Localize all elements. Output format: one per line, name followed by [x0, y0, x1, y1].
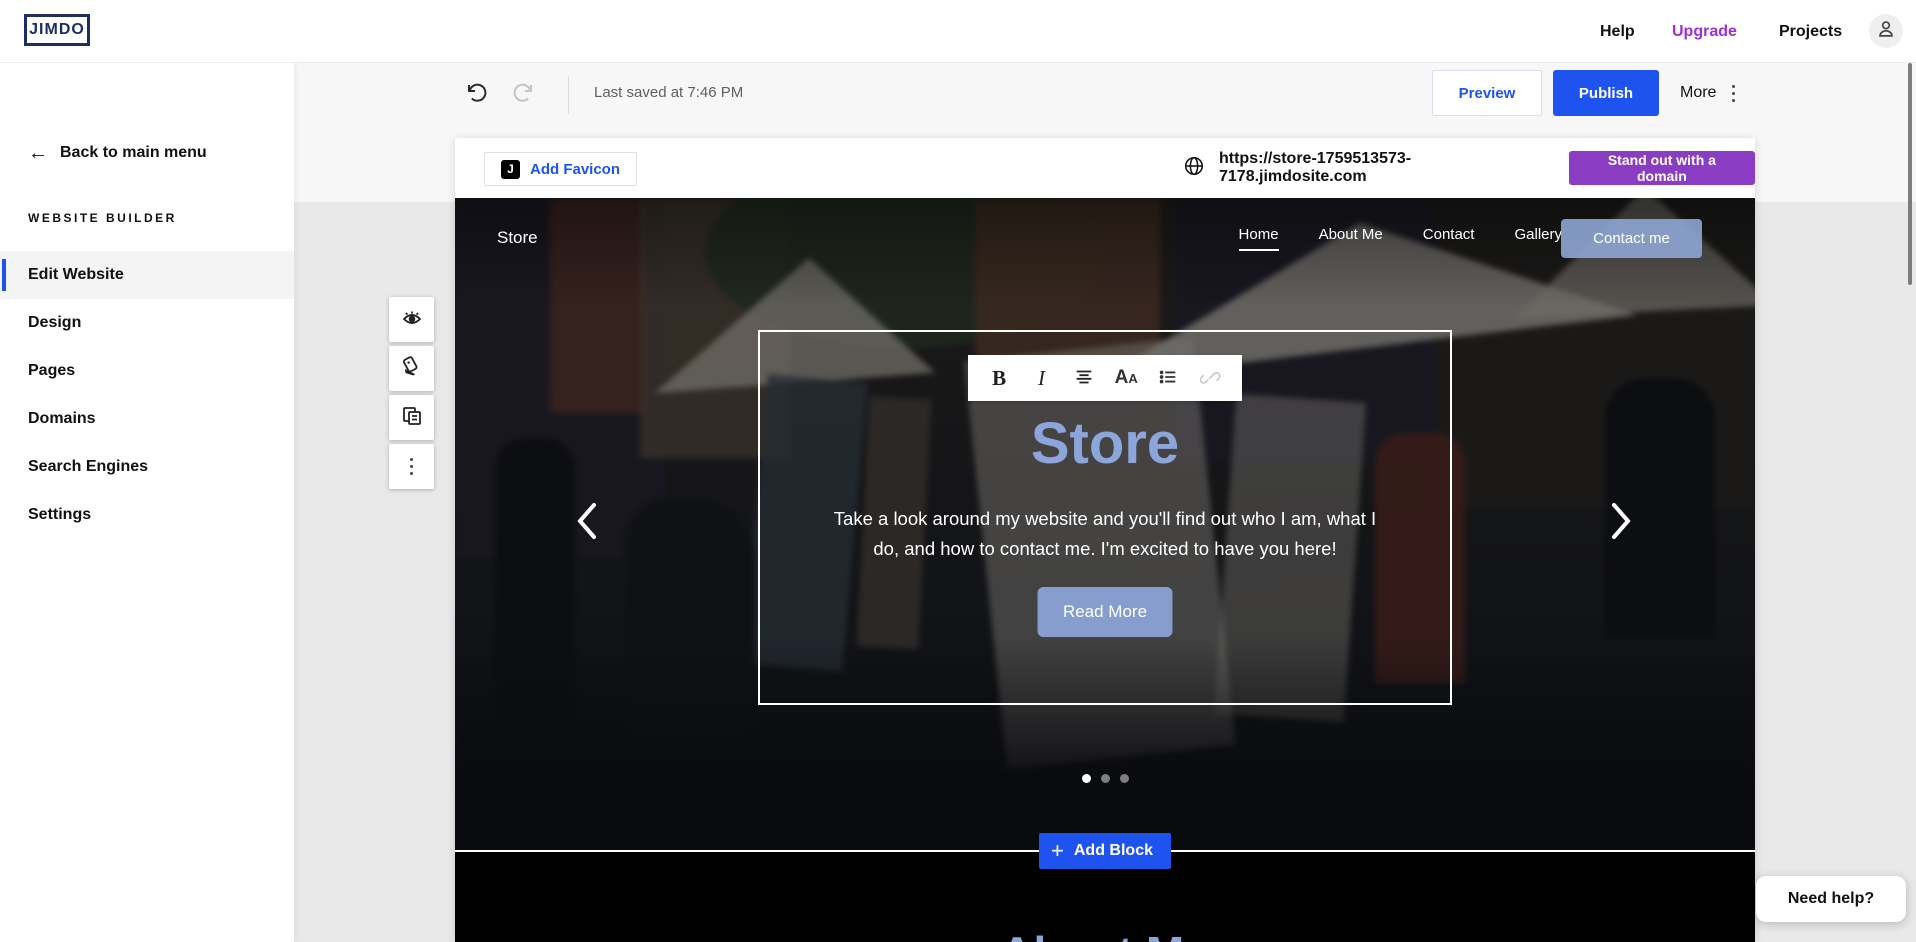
preview-block-button[interactable] — [389, 297, 434, 342]
sidebar-item-edit-website[interactable]: Edit Website — [0, 251, 294, 299]
undo-button[interactable] — [462, 80, 490, 108]
page-scrollbar[interactable] — [1908, 63, 1912, 285]
toolbar-divider — [568, 76, 569, 114]
redo-button[interactable] — [510, 80, 538, 108]
sidebar-menu: Edit Website Design Pages Domains Search… — [0, 251, 294, 539]
site-nav-gallery[interactable]: Gallery — [1514, 226, 1562, 251]
text-format-toolbar: B I AA — [968, 355, 1242, 401]
list-button[interactable] — [1153, 363, 1183, 393]
link-button[interactable] — [1196, 363, 1226, 393]
carousel-dot-3[interactable] — [1120, 774, 1129, 783]
eye-icon — [400, 306, 424, 333]
carousel-dot-2[interactable] — [1101, 774, 1110, 783]
block-style-button[interactable] — [389, 346, 434, 391]
builder-sidebar: ← Back to main menu WEBSITE BUILDER Edit… — [0, 63, 294, 942]
read-more-button[interactable]: Read More — [1038, 587, 1173, 637]
site-hero-section: Store Home About Me Contact Gallery Cont… — [455, 198, 1755, 850]
duplicate-block-button[interactable] — [389, 395, 434, 440]
carousel-dot-1[interactable] — [1082, 774, 1091, 783]
site-nav-contact[interactable]: Contact — [1423, 226, 1475, 251]
preview-button[interactable]: Preview — [1432, 70, 1542, 116]
hero-body-text[interactable]: Take a look around my website and you'll… — [825, 504, 1385, 564]
add-block-label: Add Block — [1074, 842, 1153, 860]
back-to-main-menu[interactable]: ← Back to main menu — [28, 143, 207, 163]
favicon-placeholder-icon: J — [501, 160, 520, 179]
jimdo-logo[interactable]: JIMDO — [24, 14, 90, 46]
add-favicon-button[interactable]: J Add Favicon — [484, 152, 637, 186]
last-saved-status: Last saved at 7:46 PM — [594, 84, 743, 101]
sidebar-item-settings[interactable]: Settings — [0, 491, 294, 539]
sidebar-item-domains[interactable]: Domains — [0, 395, 294, 443]
site-nav-home[interactable]: Home — [1239, 226, 1279, 251]
redo-icon — [512, 81, 536, 108]
bold-button[interactable]: B — [984, 363, 1014, 393]
more-label: More — [1680, 84, 1716, 102]
site-brand[interactable]: Store — [497, 228, 538, 248]
account-avatar[interactable] — [1869, 14, 1903, 48]
sidebar-item-search-engines[interactable]: Search Engines — [0, 443, 294, 491]
sidebar-item-design[interactable]: Design — [0, 299, 294, 347]
carousel-prev-button[interactable] — [569, 498, 605, 546]
about-me-title[interactable]: About Me — [455, 926, 1755, 942]
upgrade-link[interactable]: Upgrade — [1672, 0, 1737, 63]
back-arrow-icon: ← — [28, 143, 48, 163]
font-button[interactable]: AA — [1111, 363, 1141, 393]
site-url[interactable]: https://store-1759513573-7178.jimdosite.… — [1219, 150, 1543, 186]
add-favicon-label: Add Favicon — [530, 161, 620, 178]
globe-icon — [1183, 155, 1205, 182]
site-nav-about-me[interactable]: About Me — [1319, 226, 1383, 251]
hero-title[interactable]: Store — [760, 410, 1450, 477]
carousel-next-button[interactable] — [1603, 498, 1639, 546]
publish-button[interactable]: Publish — [1553, 70, 1659, 116]
copy-icon — [400, 404, 424, 431]
back-label: Back to main menu — [60, 144, 207, 162]
site-url-group: https://store-1759513573-7178.jimdosite.… — [1183, 138, 1755, 198]
italic-button[interactable]: I — [1026, 363, 1056, 393]
bullet-list-icon — [1157, 366, 1179, 391]
plus-icon: + — [1051, 840, 1064, 862]
style-swatches-icon — [400, 355, 424, 382]
projects-link[interactable]: Projects — [1779, 0, 1842, 63]
user-icon — [1875, 18, 1897, 45]
help-link[interactable]: Help — [1600, 0, 1635, 63]
kebab-menu-icon — [1732, 85, 1735, 102]
add-block-button[interactable]: + Add Block — [1039, 833, 1171, 869]
jimdo-website-builder: JIMDO Help Upgrade Projects Last saved — [0, 0, 1916, 942]
site-address-bar: J Add Favicon https://store-1759513573-7… — [455, 138, 1755, 198]
website-preview-pane: J Add Favicon https://store-1759513573-7… — [455, 138, 1755, 942]
domain-upsell-button[interactable]: Stand out with a domain — [1569, 151, 1755, 185]
undo-icon — [464, 81, 488, 108]
site-nav-links: Home About Me Contact Gallery — [1239, 226, 1562, 251]
sidebar-section-title: WEBSITE BUILDER — [28, 211, 177, 225]
kebab-menu-icon — [410, 458, 413, 475]
more-button[interactable]: More — [1680, 70, 1735, 116]
site-navbar: Store Home About Me Contact Gallery Cont… — [455, 198, 1755, 278]
align-center-icon — [1073, 366, 1095, 391]
block-tools — [389, 297, 434, 489]
need-help-button[interactable]: Need help? — [1756, 876, 1906, 922]
sidebar-item-pages[interactable]: Pages — [0, 347, 294, 395]
hero-edit-frame[interactable]: B I AA — [758, 330, 1452, 705]
app-header: JIMDO Help Upgrade Projects — [0, 0, 1916, 63]
carousel-dots — [455, 774, 1755, 783]
block-more-button[interactable] — [389, 444, 434, 489]
contact-me-button[interactable]: Contact me — [1561, 219, 1702, 258]
link-icon — [1200, 366, 1222, 391]
align-button[interactable] — [1069, 363, 1099, 393]
